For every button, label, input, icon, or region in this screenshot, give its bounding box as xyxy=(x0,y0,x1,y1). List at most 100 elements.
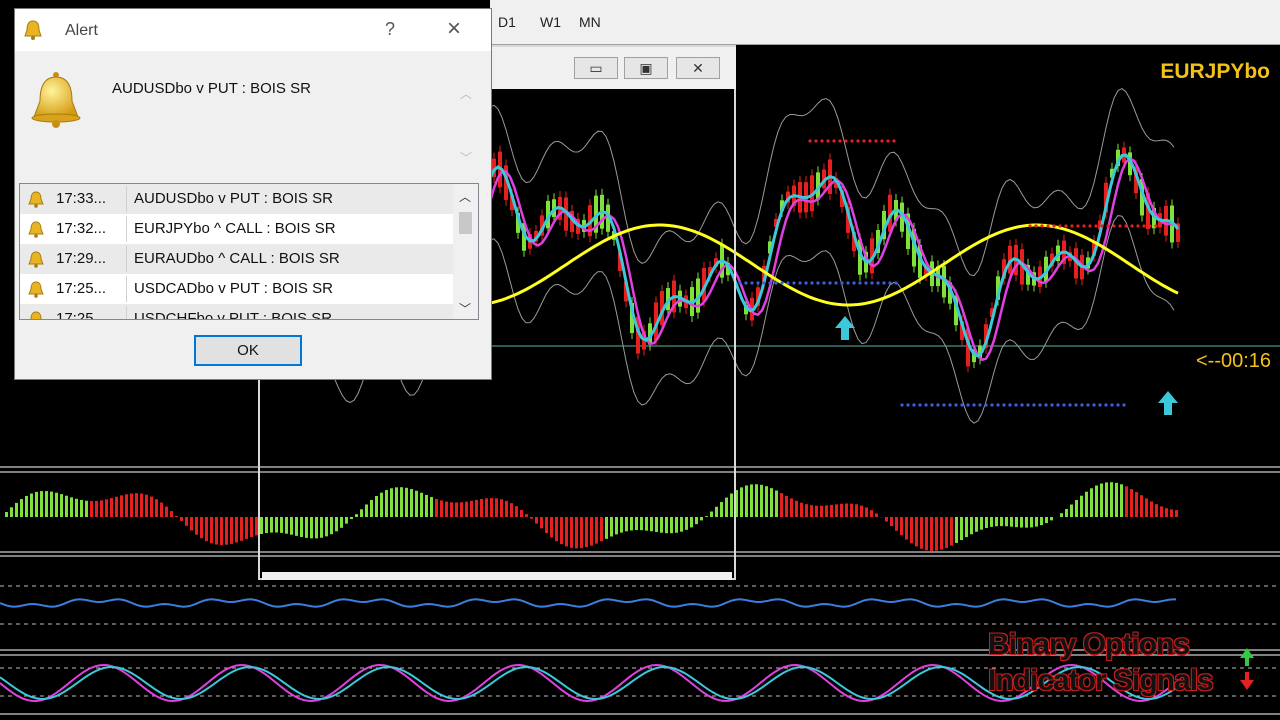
alert-close-button[interactable]: × xyxy=(447,15,461,43)
timeframe-w1[interactable]: W1 xyxy=(540,14,561,30)
support-dot xyxy=(798,281,802,285)
histogram-bar xyxy=(930,517,933,551)
list-scrollbar[interactable]: ︿ ﹀ xyxy=(453,184,478,319)
support-dot xyxy=(906,403,910,407)
alert-text: AUDUSDbo v PUT : BOIS SR xyxy=(134,190,333,207)
bell-icon xyxy=(30,311,42,319)
histogram-bar xyxy=(1045,517,1048,524)
histogram-bar xyxy=(165,506,168,517)
scroll-thumb[interactable] xyxy=(459,212,472,234)
histogram-bar xyxy=(915,517,918,547)
histogram-bar xyxy=(1050,517,1053,521)
histogram-bar xyxy=(815,505,818,517)
resistance-dot xyxy=(1094,224,1098,228)
histogram-bar xyxy=(740,487,743,517)
histogram-bar xyxy=(215,517,218,545)
message-scroll-up-icon[interactable]: ︿ xyxy=(460,85,472,102)
alert-time: 17:25... xyxy=(56,280,107,297)
support-dot xyxy=(840,281,844,285)
alert-history-row[interactable]: 17:25... USDCADbo v PUT : BOIS SR xyxy=(20,274,453,304)
histogram-bar xyxy=(990,517,993,527)
alert-text: EURAUDbo ^ CALL : BOIS SR xyxy=(134,250,340,267)
alert-history-row[interactable]: 17:25... USDCHFbo v PUT : BOIS SR xyxy=(20,304,453,319)
column-divider xyxy=(126,186,127,212)
resistance-dot xyxy=(850,139,854,143)
histogram-bar xyxy=(790,498,793,517)
histogram-bar xyxy=(850,503,853,517)
support-dot xyxy=(930,403,934,407)
timeframe-toolbar: D1 W1 MN xyxy=(490,0,1280,45)
help-button[interactable]: ? xyxy=(385,19,395,40)
histogram-bar xyxy=(65,495,68,517)
histogram-bar xyxy=(840,503,843,517)
support-dot xyxy=(756,281,760,285)
restore-button[interactable]: ▣ xyxy=(624,57,668,79)
support-dot xyxy=(828,281,832,285)
scroll-up-icon[interactable]: ︿ xyxy=(459,188,471,205)
histogram-bar xyxy=(140,493,143,517)
resistance-dot xyxy=(1154,224,1158,228)
histogram-bar xyxy=(1165,508,1168,517)
minimize-button[interactable]: ▭ xyxy=(574,57,618,79)
histogram-bar xyxy=(185,517,188,526)
call-signal-arrow-icon xyxy=(835,316,855,340)
alert-history-row[interactable]: 17:32... EURJPYbo ^ CALL : BOIS SR xyxy=(20,214,453,244)
histogram-bar xyxy=(1135,492,1138,517)
alert-text: USDCADbo v PUT : BOIS SR xyxy=(134,280,333,297)
resistance-dot xyxy=(1106,224,1110,228)
histogram-bar xyxy=(20,499,23,517)
histogram-bar xyxy=(25,495,28,517)
support-dot xyxy=(864,281,868,285)
resistance-dot xyxy=(1088,224,1092,228)
histogram-bar xyxy=(220,517,223,546)
histogram-bar xyxy=(235,517,238,543)
alert-history-row[interactable]: 17:33... AUDUSDbo v PUT : BOIS SR xyxy=(20,184,453,214)
support-dot xyxy=(876,281,880,285)
ok-button[interactable]: OK xyxy=(194,335,302,366)
candle-countdown: <--00:16 xyxy=(1196,350,1272,372)
alert-dialog: Alert ? × AUDUSDbo v PUT : BOIS SR ︿ ﹀ 1… xyxy=(14,8,492,380)
watermark-line-1: Binary Options xyxy=(988,628,1190,661)
scroll-down-icon[interactable]: ﹀ xyxy=(459,300,471,317)
support-dot xyxy=(996,403,1000,407)
histogram-bar xyxy=(855,504,858,517)
histogram-bar xyxy=(925,517,928,551)
alert-time: 17:29... xyxy=(56,250,107,267)
column-divider xyxy=(126,216,127,242)
histogram-bar xyxy=(1040,517,1043,526)
timeframe-mn[interactable]: MN xyxy=(579,14,601,30)
symbol-label: EURJPYbo xyxy=(1160,60,1270,83)
timeframe-d1[interactable]: D1 xyxy=(498,14,516,30)
alert-message: AUDUSDbo v PUT : BOIS SR xyxy=(112,80,311,97)
histogram-bar xyxy=(835,504,838,517)
alert-history-row[interactable]: 17:29... EURAUDbo ^ CALL : BOIS SR xyxy=(20,244,453,274)
support-dot xyxy=(858,281,862,285)
histogram-bar xyxy=(55,492,58,517)
histogram-bar xyxy=(980,517,983,530)
watermark-line-2: Indicator Signals xyxy=(988,664,1214,697)
histogram-bar xyxy=(760,484,763,517)
histogram-bar xyxy=(80,499,83,517)
histogram-bar xyxy=(230,517,233,544)
message-scroll-down-icon[interactable]: ﹀ xyxy=(460,149,472,166)
resistance-dot xyxy=(1028,224,1032,228)
column-divider xyxy=(126,246,127,272)
restore-icon: ▣ xyxy=(639,59,653,76)
histogram-bar xyxy=(1000,517,1003,527)
histogram-bar xyxy=(45,491,48,517)
support-dot xyxy=(744,281,748,285)
histogram-bar xyxy=(865,507,868,517)
chart-subwindow-titlebar[interactable]: ▭ ▣ ✕ xyxy=(490,47,736,89)
alert-history-list[interactable]: 17:33... AUDUSDbo v PUT : BOIS SR 17:32...… xyxy=(19,183,479,320)
histogram-bar xyxy=(800,502,803,517)
close-button[interactable]: ✕ xyxy=(676,57,720,79)
histogram-bar xyxy=(1120,484,1123,517)
support-dot xyxy=(822,281,826,285)
histogram-bar xyxy=(920,517,923,549)
support-dot xyxy=(948,403,952,407)
histogram-bar xyxy=(950,517,953,546)
alert-titlebar[interactable]: Alert ? × xyxy=(15,9,491,51)
support-dot xyxy=(1038,403,1042,407)
histogram-bar xyxy=(90,501,93,517)
histogram-bar xyxy=(1020,517,1023,528)
